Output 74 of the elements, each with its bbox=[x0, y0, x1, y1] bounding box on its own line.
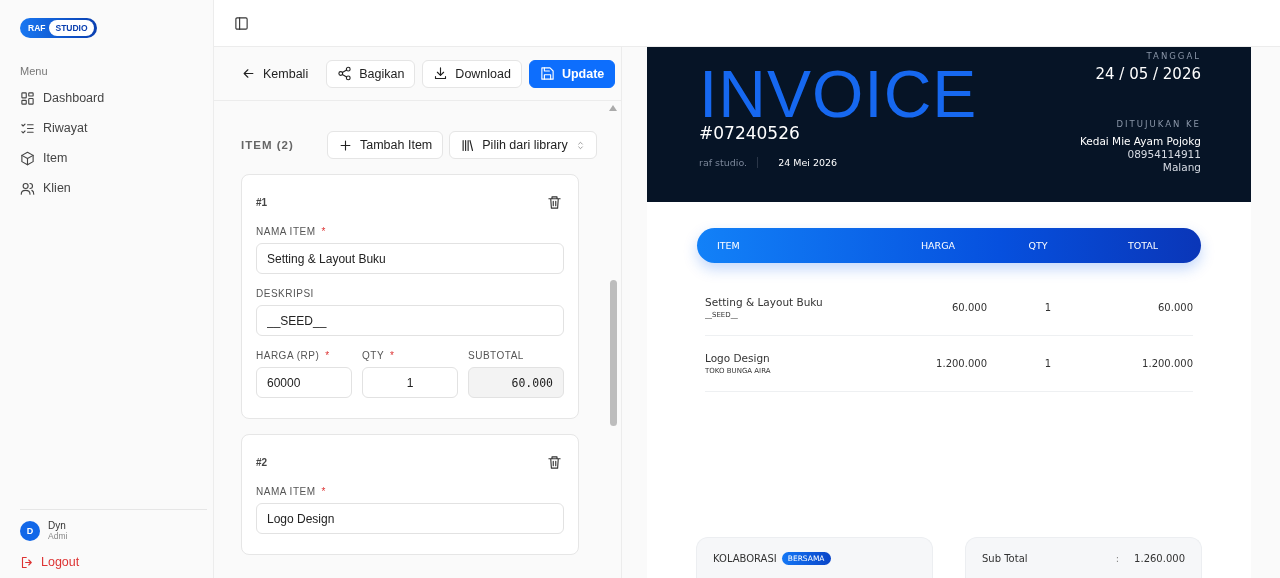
delete-button[interactable] bbox=[545, 193, 564, 212]
table-cell-text: 1 bbox=[1043, 358, 1053, 369]
logo: RAF STUDIO bbox=[20, 18, 97, 38]
subtotal-value: 1.260.000 bbox=[1134, 552, 1185, 564]
separator: : bbox=[1115, 552, 1120, 564]
nav-item[interactable]: Dashboard bbox=[20, 83, 199, 113]
grid-icon bbox=[20, 90, 35, 106]
table-cell-text: Logo Design bbox=[705, 352, 771, 364]
invoice-date: 24 Mei 2026 bbox=[778, 157, 838, 168]
table-cell-text: 1.200.000 bbox=[935, 358, 988, 369]
column-header: QTY bbox=[1027, 240, 1049, 251]
table-cell-text: 1 bbox=[1043, 302, 1053, 313]
plus-icon bbox=[338, 137, 353, 153]
save-icon bbox=[539, 66, 555, 81]
menu-label: Menu bbox=[20, 65, 49, 77]
column-header: TOTAL bbox=[1126, 240, 1160, 251]
collab-label: KOLABORASI bbox=[713, 552, 777, 564]
share-icon bbox=[337, 66, 353, 81]
field-label: SUBTOTAL bbox=[468, 350, 525, 361]
input-field[interactable]: 1 bbox=[362, 367, 458, 398]
delete-button[interactable] bbox=[545, 453, 564, 472]
field-label: NAMA ITEM * bbox=[256, 486, 327, 497]
logout-icon bbox=[20, 554, 35, 570]
subtotal-field[interactable]: 60.000 bbox=[468, 367, 564, 398]
table-cell-text: Setting & Layout Buku bbox=[705, 296, 824, 308]
input-field[interactable]: 60000 bbox=[256, 367, 352, 398]
date-label: TANGGAL bbox=[1145, 51, 1201, 61]
recipient-line: 08954114911 bbox=[1126, 148, 1201, 161]
library-icon bbox=[460, 137, 476, 153]
required-mark: * bbox=[390, 350, 395, 361]
share-button[interactable]: Bagikan bbox=[326, 59, 416, 88]
studio-name: raf studio. bbox=[699, 157, 759, 168]
table-cell-text: 60.000 bbox=[951, 302, 988, 313]
input-field[interactable]: Setting & Layout Buku bbox=[256, 243, 564, 274]
date-value: 24 / 05 / 2026 bbox=[1094, 65, 1201, 83]
logout-link[interactable]: Logout bbox=[20, 552, 213, 572]
required-mark: * bbox=[321, 226, 326, 237]
nav-item[interactable]: Item bbox=[20, 143, 199, 173]
field-label: DESKRIPSI bbox=[256, 288, 315, 299]
update-button[interactable]: Update bbox=[528, 59, 616, 88]
section-title: ITEM (2) bbox=[241, 139, 295, 151]
input-field[interactable]: Logo Design bbox=[256, 503, 564, 534]
item-number: #1 bbox=[256, 197, 268, 208]
arrow-left-icon bbox=[241, 66, 256, 81]
download-icon bbox=[433, 66, 449, 81]
trash-icon bbox=[547, 195, 562, 210]
recipient-line: Malang bbox=[1161, 161, 1201, 174]
input-field[interactable]: __SEED__ bbox=[256, 305, 564, 336]
subtotal-label: Sub Total bbox=[982, 552, 1029, 564]
download-button[interactable]: Download bbox=[422, 59, 522, 88]
table-cell-text: 60.000 bbox=[1157, 302, 1193, 313]
back-button[interactable]: Kembali bbox=[234, 59, 316, 88]
required-mark: * bbox=[325, 350, 330, 361]
table-cell-text: 1.200.000 bbox=[1141, 358, 1193, 369]
required-mark: * bbox=[321, 486, 326, 497]
field-label: QTY * bbox=[362, 350, 396, 361]
nav-item[interactable]: Riwayat bbox=[20, 113, 199, 143]
recipient-line: Kedai Mie Ayam Pojokg bbox=[1079, 135, 1201, 148]
field-label: NAMA ITEM * bbox=[256, 226, 327, 237]
users-icon bbox=[20, 180, 35, 196]
sidebar-toggle-icon bbox=[234, 15, 249, 31]
library-select[interactable]: Pilih dari library bbox=[449, 131, 597, 159]
user-role: Admi bbox=[48, 531, 68, 542]
column-header: ITEM bbox=[717, 240, 741, 251]
recipient-label: DITUJUKAN KE bbox=[1115, 119, 1201, 129]
nav-item[interactable]: Klien bbox=[20, 173, 199, 203]
cube-icon bbox=[20, 150, 35, 166]
item-number: #2 bbox=[256, 457, 268, 468]
add-item-button[interactable]: Tambah Item bbox=[327, 131, 444, 159]
trash-icon bbox=[547, 455, 562, 470]
field-label: HARGA (RP) * bbox=[256, 350, 331, 361]
user-name: Dyn bbox=[48, 520, 68, 531]
column-header: HARGA bbox=[919, 240, 957, 251]
avatar: D bbox=[20, 521, 40, 541]
